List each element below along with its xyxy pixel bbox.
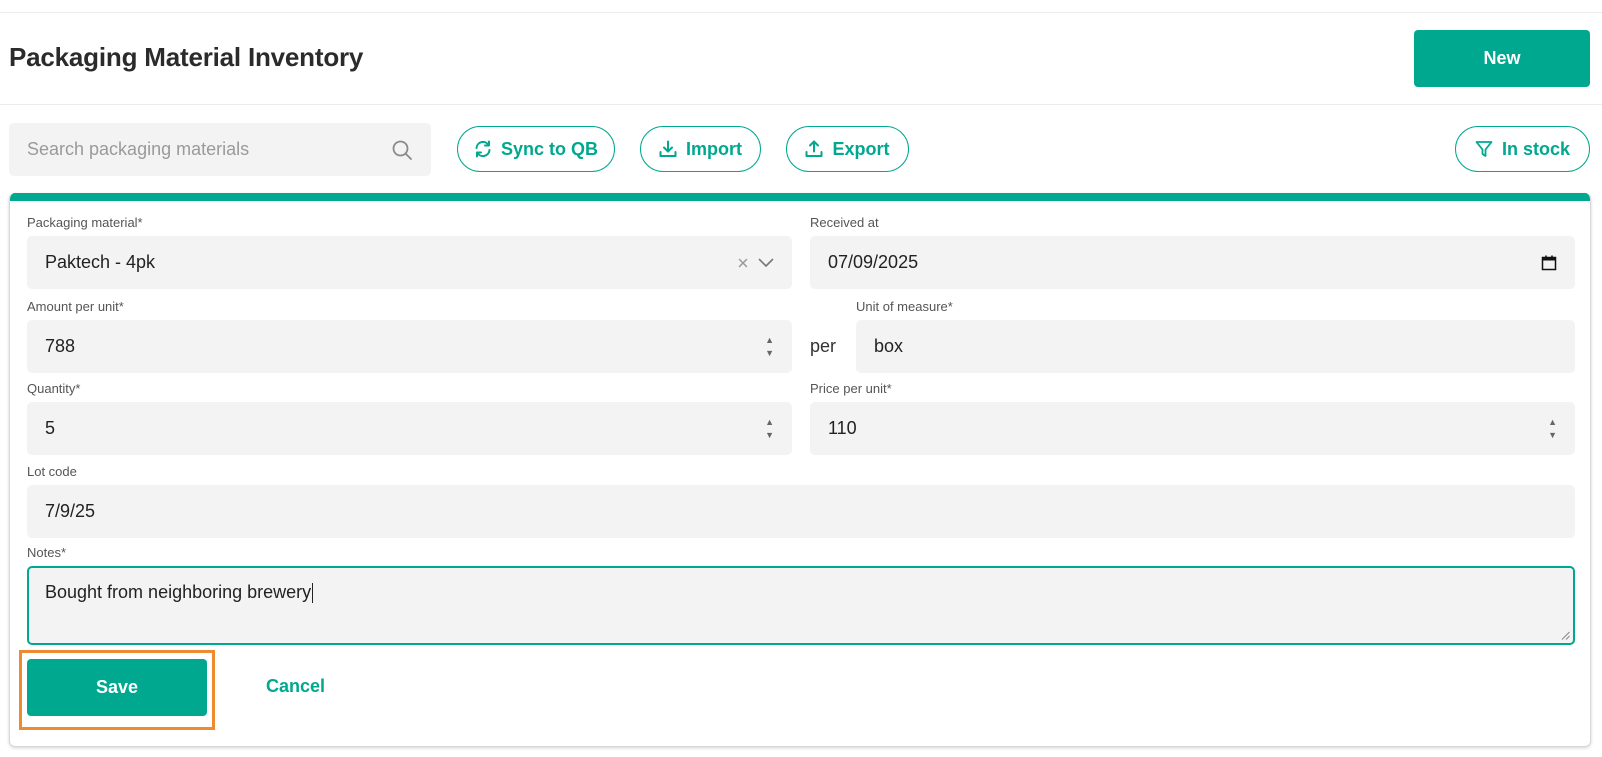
filter-label: In stock: [1501, 138, 1571, 159]
clear-icon[interactable]: [738, 258, 748, 268]
filter-icon: [1475, 140, 1493, 158]
card-accent-bar: [10, 193, 1590, 201]
resize-handle-icon[interactable]: [1561, 631, 1570, 640]
sync-label: Sync to QB: [500, 138, 598, 159]
page-title: Packaging Material Inventory: [9, 42, 364, 72]
amount-per-unit-value: 788: [45, 336, 76, 356]
packaging-material-value: Paktech - 4pk: [45, 252, 156, 272]
notes-textarea[interactable]: Bought from neighboring brewery: [27, 566, 1575, 645]
search-input[interactable]: Search packaging materials: [9, 123, 431, 176]
lot-code-label: Lot code: [27, 464, 77, 479]
refresh-icon: [474, 140, 492, 158]
received-at-value: 07/09/2025: [828, 252, 919, 272]
import-button[interactable]: Import: [640, 126, 761, 172]
notes-value: Bought from neighboring brewery: [45, 582, 312, 602]
notes-label: Notes*: [27, 545, 67, 560]
export-button[interactable]: Export: [786, 126, 909, 172]
lot-code-input[interactable]: 7/9/25: [27, 485, 1575, 538]
unit-of-measure-value: box: [874, 336, 904, 356]
inventory-form-card: Packaging material* Paktech - 4pk Receiv…: [9, 193, 1591, 747]
search-icon[interactable]: [391, 139, 413, 161]
price-per-unit-label: Price per unit*: [810, 381, 892, 396]
sync-to-qb-button[interactable]: Sync to QB: [457, 126, 615, 172]
amount-per-unit-input[interactable]: 788 ▲ ▼: [27, 320, 792, 373]
save-button[interactable]: Save: [27, 659, 207, 716]
quantity-label: Quantity*: [27, 381, 81, 396]
received-at-date-input[interactable]: 07/09/2025: [810, 236, 1575, 289]
cancel-button[interactable]: Cancel: [266, 676, 325, 697]
packaging-material-label: Packaging material*: [27, 215, 143, 230]
per-text: per: [810, 336, 837, 356]
calendar-icon[interactable]: [1541, 255, 1557, 271]
amount-per-unit-label: Amount per unit*: [27, 299, 124, 314]
search-placeholder: Search packaging materials: [27, 139, 250, 159]
export-label: Export: [832, 138, 890, 159]
number-stepper[interactable]: ▲ ▼: [1548, 417, 1557, 439]
top-divider: [0, 12, 1602, 13]
import-label: Import: [686, 138, 742, 159]
price-per-unit-input[interactable]: 110 ▲ ▼: [810, 402, 1575, 455]
quantity-input[interactable]: 5 ▲ ▼: [27, 402, 792, 455]
upload-icon: [805, 140, 823, 158]
received-at-label: Received at: [810, 215, 879, 230]
price-per-unit-value: 110: [828, 418, 857, 438]
packaging-material-select[interactable]: Paktech - 4pk: [27, 236, 792, 289]
download-icon: [659, 140, 677, 158]
text-caret: [312, 583, 314, 604]
lot-code-value: 7/9/25: [45, 501, 96, 521]
unit-of-measure-input[interactable]: box: [856, 320, 1575, 373]
chevron-down-icon[interactable]: [758, 258, 774, 268]
header-divider: [0, 104, 1602, 105]
quantity-value: 5: [45, 418, 56, 438]
unit-of-measure-label: Unit of measure*: [856, 299, 953, 314]
number-stepper[interactable]: ▲ ▼: [765, 335, 774, 357]
number-stepper[interactable]: ▲ ▼: [765, 417, 774, 439]
new-button[interactable]: New: [1414, 30, 1590, 87]
in-stock-filter-button[interactable]: In stock: [1455, 126, 1590, 172]
